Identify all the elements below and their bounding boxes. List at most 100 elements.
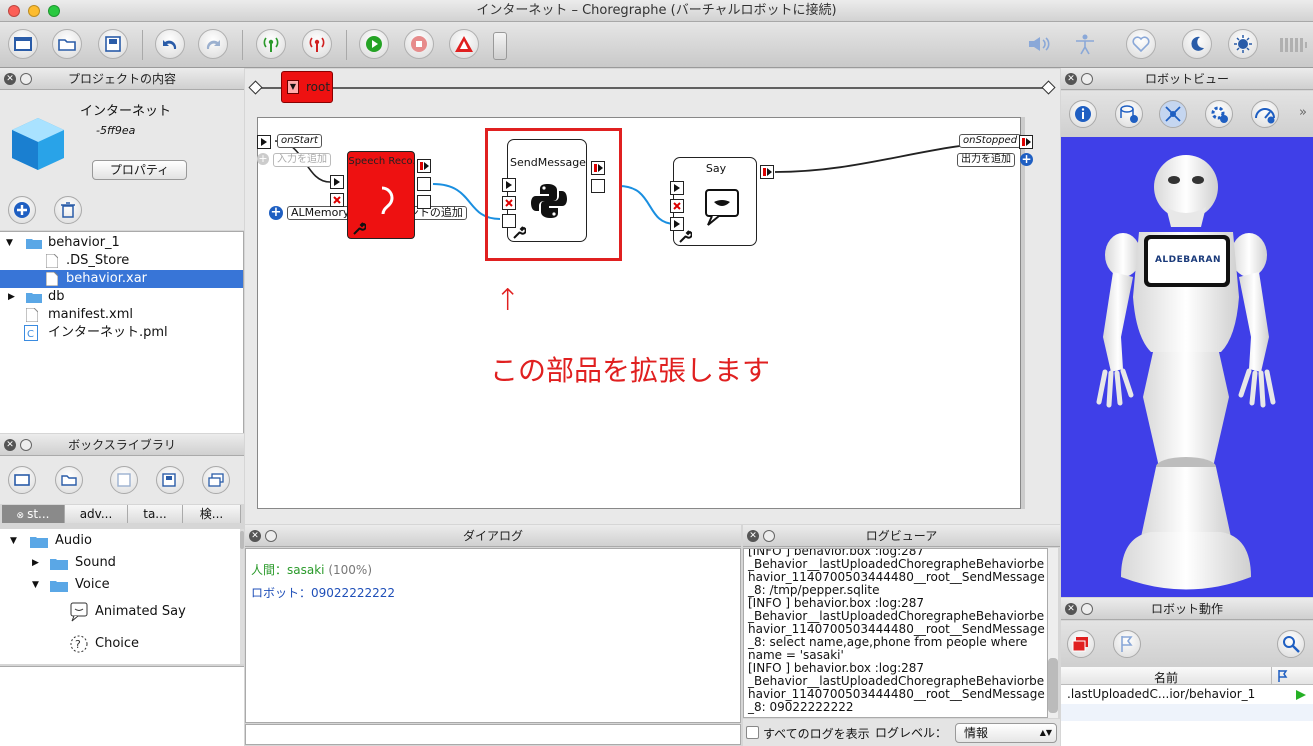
library-windows-button[interactable] [202, 466, 230, 494]
speech-word-output-port[interactable] [417, 177, 431, 191]
robot-joints-button[interactable] [1115, 100, 1143, 128]
stop-all-behaviors-button[interactable] [1067, 630, 1095, 658]
save-as-library-button[interactable] [156, 466, 184, 494]
redo-button[interactable] [198, 29, 228, 59]
open-project-button[interactable] [52, 29, 82, 59]
table-row [1061, 704, 1313, 721]
add-output-plus-icon[interactable]: + [1020, 153, 1033, 166]
add-almemory-plus-icon[interactable]: + [269, 206, 283, 220]
properties-button[interactable]: プロパティ [92, 160, 187, 180]
undo-button[interactable] [155, 29, 185, 59]
close-panel-icon[interactable]: ✕ [747, 530, 759, 542]
float-panel-icon[interactable] [763, 530, 775, 542]
save-library-button[interactable] [110, 466, 138, 494]
library-item-voice[interactable]: ▼ Voice [0, 576, 243, 594]
show-all-logs-checkbox[interactable] [746, 726, 759, 739]
add-input-label[interactable]: 入力を追加 [273, 153, 331, 167]
library-item-animated-say[interactable]: Animated Say [0, 602, 243, 622]
default-behavior-button[interactable] [1113, 630, 1141, 658]
delete-file-button[interactable] [54, 196, 82, 224]
main-input-port[interactable] [257, 135, 271, 149]
speech-reco-box[interactable]: Speech Reco. [347, 151, 416, 239]
library-item-choice[interactable]: ? Choice [0, 635, 243, 653]
robot-motion-button[interactable] [1159, 100, 1187, 128]
float-panel-icon[interactable] [265, 530, 277, 542]
send-onstopped-port[interactable] [591, 161, 605, 175]
float-panel-icon[interactable] [20, 439, 32, 451]
stop-button[interactable] [404, 29, 434, 59]
wake-button[interactable] [1228, 29, 1258, 59]
minimize-window-button[interactable] [28, 5, 40, 17]
float-panel-icon[interactable] [1081, 73, 1093, 85]
log-level-select[interactable]: 情報 ▲▼ [955, 723, 1057, 743]
tree-item-pml[interactable]: C インターネット.pml [0, 324, 243, 342]
send-onstart-port[interactable] [502, 178, 516, 192]
rest-button[interactable] [1182, 29, 1212, 59]
debug-button[interactable] [449, 29, 479, 59]
robot-3d-view[interactable]: ALDEBARAN [1061, 137, 1313, 597]
float-panel-icon[interactable] [1081, 603, 1093, 615]
speech-onstart-port[interactable] [330, 175, 344, 189]
robot-sensors-button[interactable] [1251, 100, 1279, 128]
add-output-label[interactable]: 出力を追加 [957, 153, 1015, 167]
wrench-icon[interactable] [512, 226, 526, 240]
float-panel-icon[interactable] [20, 73, 32, 85]
new-box-button[interactable] [8, 466, 36, 494]
say-input-port[interactable] [670, 217, 684, 231]
send-output-port[interactable] [591, 179, 605, 193]
robot-settings-button[interactable] [1205, 100, 1233, 128]
close-window-button[interactable] [8, 5, 20, 17]
tab-advanced[interactable]: adv... [65, 505, 128, 523]
library-scrollbar[interactable] [240, 529, 244, 664]
speech-output-port[interactable] [417, 195, 431, 209]
close-panel-icon[interactable]: ✕ [4, 439, 16, 451]
volume-button[interactable] [1024, 29, 1054, 59]
library-item-sound[interactable]: ▶ Sound [0, 554, 243, 572]
send-message-box[interactable]: SendMessage [507, 139, 587, 242]
tree-item-behavior-folder[interactable]: ▼ behavior_1 [0, 234, 243, 252]
disconnect-button[interactable] [302, 29, 332, 59]
send-input-port[interactable] [502, 214, 516, 228]
save-project-button[interactable] [98, 29, 128, 59]
life-button[interactable] [1126, 29, 1156, 59]
tree-item-manifest[interactable]: manifest.xml [0, 306, 243, 324]
tab-standard[interactable]: ⊗ st... [2, 505, 65, 523]
say-onstopped-port[interactable] [760, 165, 774, 179]
library-item-audio[interactable]: ▼ Audio [0, 532, 243, 550]
open-library-button[interactable] [55, 466, 83, 494]
tab-tags[interactable]: ta... [128, 505, 183, 523]
say-onstop-port[interactable] [670, 199, 684, 213]
new-project-button[interactable] [8, 29, 38, 59]
zoom-window-button[interactable] [48, 5, 60, 17]
close-panel-icon[interactable]: ✕ [249, 530, 261, 542]
wrench-icon[interactable] [678, 230, 692, 244]
close-panel-icon[interactable]: ✕ [4, 73, 16, 85]
send-onstop-port[interactable] [502, 196, 516, 210]
close-panel-icon[interactable]: ✕ [1065, 603, 1077, 615]
robot-info-button[interactable] [1069, 100, 1097, 128]
say-box[interactable]: Say [673, 157, 757, 246]
main-output-port[interactable] [1019, 135, 1033, 149]
connect-button[interactable] [256, 29, 286, 59]
speech-onstop-port[interactable] [330, 193, 344, 207]
tree-item-ds-store[interactable]: .DS_Store [0, 252, 243, 270]
say-onstart-port[interactable] [670, 181, 684, 195]
add-file-button[interactable] [8, 196, 36, 224]
dialog-input[interactable] [245, 724, 741, 745]
tree-item-db-folder[interactable]: ▶ db [0, 288, 243, 306]
table-row[interactable]: .lastUploadedC...ior/behavior_1 [1061, 686, 1313, 703]
close-panel-icon[interactable]: ✕ [1065, 73, 1077, 85]
add-input-plus-icon[interactable]: + [257, 153, 269, 165]
robot-posture-button[interactable] [1070, 29, 1100, 59]
volume-slider[interactable] [493, 32, 507, 60]
play-button[interactable] [359, 29, 389, 59]
tree-item-behavior-xar[interactable]: behavior.xar [0, 270, 243, 288]
motion-icon [1165, 106, 1181, 122]
tab-search[interactable]: 検... [183, 505, 241, 523]
play-behavior-icon[interactable] [1295, 689, 1307, 701]
speech-onstopped-port[interactable] [417, 159, 431, 173]
wrench-icon[interactable] [352, 222, 366, 236]
more-chevron-icon[interactable]: » [1299, 105, 1307, 120]
search-behaviors-button[interactable] [1277, 630, 1305, 658]
log-scrollbar[interactable] [1048, 548, 1058, 718]
